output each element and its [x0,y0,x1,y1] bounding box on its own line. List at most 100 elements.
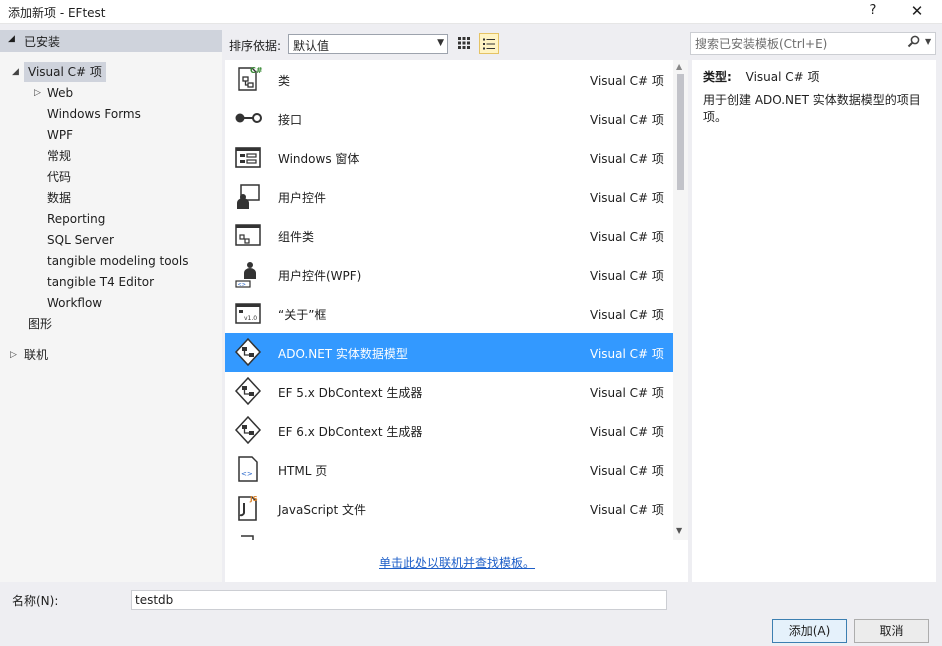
add-button[interactable]: 添加(A) [772,619,847,643]
tree-item-label: SQL Server [47,233,114,247]
scroll-up-arrow-icon[interactable]: ▲ [676,62,682,71]
template-name: 用户控件 [278,191,327,205]
installed-label: 已安装 [24,35,61,49]
sort-value: 默认值 [293,39,330,53]
windows-form-icon [235,147,261,168]
grid-view-button[interactable] [454,33,474,54]
name-input[interactable] [131,590,667,610]
scrollbar-thumb[interactable] [677,74,684,190]
template-row-windows-form[interactable]: Windows 窗体 Visual C# 项 [225,138,673,177]
window-title: 添加新项 - EFtest [8,6,106,20]
sort-label: 排序依据: [229,39,282,53]
template-details-panel: 类型: Visual C# 项 用于创建 ADO.NET 实体数据模型的项目项。 [692,60,936,582]
template-name: 接口 [278,113,303,127]
svg-text:<>: <> [238,282,246,288]
tree-item-tangible-modeling-tools[interactable]: tangible modeling tools [47,251,188,271]
details-type-value: Visual C# 项 [745,70,820,84]
sort-dropdown[interactable]: 默认值 ▼ [288,34,448,54]
list-view-button[interactable] [479,33,499,54]
tree-item-data[interactable]: 数据 [47,188,71,208]
template-row-component-class[interactable]: 组件类 Visual C# 项 [225,216,673,255]
expand-arrow-icon[interactable]: ▷ [34,83,41,103]
tree-item-code[interactable]: 代码 [47,167,71,187]
tree-item-tangible-t4-editor[interactable]: tangible T4 Editor [47,272,154,292]
template-type: Visual C# 项 [590,347,664,361]
template-row-partial [225,528,673,540]
template-row-ef5-dbcontext-generator[interactable]: EF 5.x DbContext 生成器 Visual C# 项 [225,372,673,411]
template-type: Visual C# 项 [590,464,664,478]
expand-arrow-icon[interactable]: ▷ [10,345,17,365]
template-row-interface[interactable]: 接口 Visual C# 项 [225,99,673,138]
template-type: Visual C# 项 [590,425,664,439]
tree-item-label: Web [47,86,74,100]
template-row-javascript-file[interactable]: JS JavaScript 文件 Visual C# 项 [225,489,673,528]
svg-text:JS: JS [249,495,258,503]
template-row-class[interactable]: C# 类 Visual C# 项 [225,60,673,99]
tree-item-label: tangible T4 Editor [47,275,155,289]
template-name: “关于”框 [278,308,327,322]
tree-item-graphics[interactable]: 图形 [28,314,52,334]
template-type: Visual C# 项 [590,386,664,400]
tree-item-label: 数据 [47,191,72,205]
tree-item-wpf[interactable]: WPF [47,125,73,145]
close-button[interactable]: ✕ [902,0,932,24]
tree-item-label: Visual C# 项 [28,65,102,79]
tree-item-label: tangible modeling tools [47,254,189,268]
tree-item-web[interactable]: Web [47,83,73,103]
template-name: JavaScript 文件 [278,503,366,517]
template-row-html-page[interactable]: <> HTML 页 Visual C# 项 [225,450,673,489]
template-name: HTML 页 [278,464,328,478]
expanded-arrow-icon[interactable]: ◢ [12,62,19,82]
search-icon[interactable] [907,35,920,52]
title-bar: 添加新项 - EFtest ? ✕ [0,0,942,24]
entity-model-icon [234,376,262,406]
template-name: EF 6.x DbContext 生成器 [278,425,423,439]
template-name: EF 5.x DbContext 生成器 [278,386,423,400]
template-row-ado-net-entity-model[interactable]: ADO.NET 实体数据模型 Visual C# 项 [225,333,673,372]
tree-item-reporting[interactable]: Reporting [47,209,105,229]
find-templates-online-link[interactable]: 单击此处以联机并查找模板。 [379,554,535,571]
tree-item-label: Windows Forms [47,107,141,121]
class-icon: C# [238,66,263,91]
template-list-scrollbar[interactable]: ▲ ▼ [673,60,688,540]
template-row-about-box[interactable]: v1.0 “关于”框 Visual C# 项 [225,294,673,333]
cancel-button[interactable]: 取消 [854,619,929,643]
tree-item-sql-server[interactable]: SQL Server [47,230,114,250]
tree-item-windows-forms[interactable]: Windows Forms [47,104,141,124]
search-input[interactable] [695,35,895,52]
tree-item-label: 图形 [28,317,53,331]
template-type: Visual C# 项 [590,113,664,127]
template-row-wpf-user-control[interactable]: <> 用户控件(WPF) Visual C# 项 [225,255,673,294]
template-type: Visual C# 项 [590,191,664,205]
template-type: Visual C# 项 [590,230,664,244]
template-name: 组件类 [278,230,315,244]
template-type: Visual C# 项 [590,269,664,283]
category-tree: Visual C# 项 ◢ ▷ Web Windows Forms WPF 常规… [0,62,222,362]
template-name: ADO.NET 实体数据模型 [278,347,408,361]
help-button[interactable]: ? [858,0,888,24]
tree-item-workflow[interactable]: Workflow [47,293,102,313]
search-options-arrow-icon[interactable]: ▼ [925,37,931,46]
dialog-footer: 名称(N): 添加(A) 取消 [0,582,942,646]
tree-item-visual-csharp[interactable]: Visual C# 项 [24,62,106,82]
details-type-label: 类型: [703,70,732,84]
about-box-icon: v1.0 [235,303,261,324]
svg-text:<>: <> [241,470,253,478]
tree-item-general[interactable]: 常规 [47,146,71,166]
template-row-ef6-dbcontext-generator[interactable]: EF 6.x DbContext 生成器 Visual C# 项 [225,411,673,450]
online-link-area: 单击此处以联机并查找模板。 [225,540,688,582]
svg-text:C#: C# [250,66,263,75]
details-description: 用于创建 ADO.NET 实体数据模型的项目项。 [703,93,921,124]
component-class-icon [235,224,261,246]
list-view-icon [483,38,495,50]
category-panel-background [0,342,222,582]
scroll-down-arrow-icon[interactable]: ▼ [676,526,682,535]
template-row-user-control[interactable]: 用户控件 Visual C# 项 [225,177,673,216]
template-search-box[interactable]: ▼ [690,32,936,55]
tree-item-online[interactable]: 联机 [24,345,48,365]
installed-header[interactable]: ◢ 已安装 [0,30,222,52]
entity-model-icon [234,415,262,445]
user-control-icon [237,184,260,209]
template-name: Windows 窗体 [278,152,360,166]
file-icon [241,535,254,540]
